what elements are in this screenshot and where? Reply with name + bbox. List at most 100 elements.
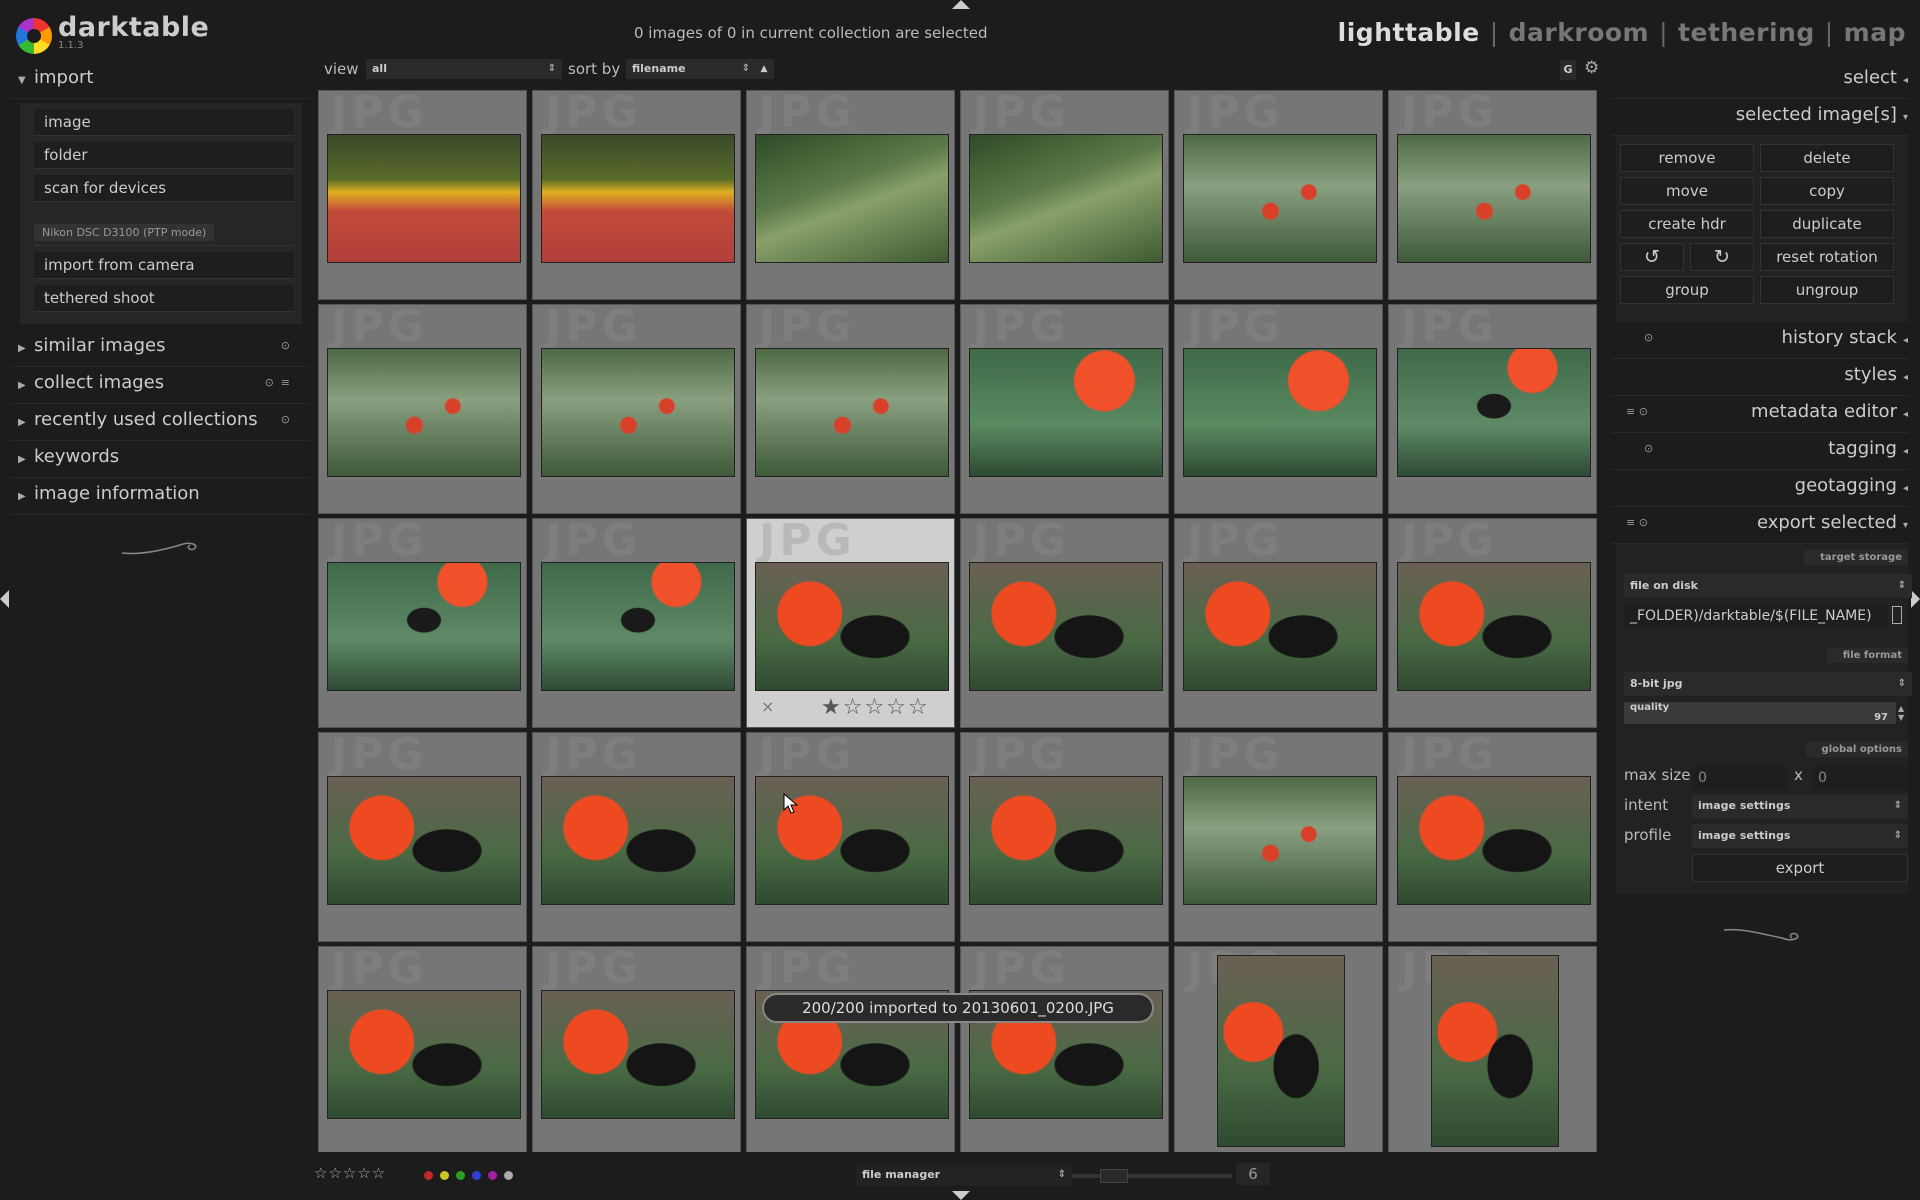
view-tethering[interactable]: tethering [1678, 18, 1815, 47]
zoom-slider[interactable] [1072, 1174, 1232, 1178]
export-selected-header[interactable]: ≡ ⊙ export selected ▾ [1612, 507, 1908, 544]
quality-slider[interactable]: quality 97 [1624, 702, 1896, 724]
recent-collections-header[interactable]: ▶ recently used collections ⊙ [10, 404, 310, 441]
thumbnail-cell[interactable]: JPG [318, 304, 527, 514]
layout-combo[interactable]: file manager ⇕ [856, 1164, 1072, 1186]
create-hdr-button[interactable]: create hdr [1620, 210, 1754, 238]
similar-images-header[interactable]: ▶ similar images ⊙ [10, 330, 310, 367]
color-label-dot[interactable] [456, 1171, 465, 1180]
quality-stepper-icon[interactable]: ▲ ▼ [1898, 704, 1904, 722]
scan-devices-button[interactable]: scan for devices [34, 175, 294, 202]
reject-icon[interactable]: × [761, 697, 774, 716]
sort-by-combo[interactable]: filename ⇕ [626, 59, 756, 79]
thumbnail-cell[interactable]: JPG [960, 732, 1169, 942]
bottom-panel-toggle[interactable] [952, 1191, 970, 1200]
thumbnail-image[interactable] [1397, 348, 1591, 477]
thumbnail-cell[interactable]: JPG [746, 304, 955, 514]
left-panel-toggle[interactable] [0, 590, 9, 608]
star-rating[interactable]: ★☆☆☆☆ [821, 695, 930, 720]
thumbnail-cell[interactable]: JPG [1388, 304, 1597, 514]
history-stack-header[interactable]: ⊙ history stack ◂ [1612, 322, 1908, 359]
preset-icon[interactable]: ⊙ [1644, 433, 1653, 465]
max-width-input[interactable]: 0 [1692, 766, 1788, 790]
thumbnail-cell[interactable]: JPG [1388, 90, 1597, 300]
export-button[interactable]: export [1692, 854, 1908, 882]
color-label-dot[interactable] [488, 1171, 497, 1180]
thumbnail-cell[interactable]: JPG [1174, 90, 1383, 300]
folder-icon[interactable] [1892, 606, 1902, 624]
thumbnail-image[interactable] [755, 348, 949, 477]
thumbnail-image[interactable] [969, 134, 1163, 263]
view-filter-combo[interactable]: all ⇕ [366, 59, 562, 79]
remove-button[interactable]: remove [1620, 144, 1754, 172]
thumbnail-image[interactable] [1397, 776, 1591, 905]
sort-direction-button[interactable]: ▲ [754, 59, 774, 79]
preset-icon[interactable]: ⊙ [1644, 322, 1653, 354]
storage-combo[interactable]: file on disk ⇕ [1624, 574, 1912, 598]
thumbnail-cell[interactable]: JPG [318, 90, 527, 300]
tagging-header[interactable]: ⊙ tagging ◂ [1612, 433, 1908, 470]
thumbnail-image[interactable] [1183, 134, 1377, 263]
ungroup-button[interactable]: ungroup [1760, 276, 1894, 304]
profile-combo[interactable]: image settings ⇕ [1692, 824, 1908, 848]
move-button[interactable]: move [1620, 177, 1754, 205]
color-label-dot[interactable] [504, 1171, 513, 1180]
thumbnail-image[interactable] [541, 562, 735, 691]
import-from-camera-button[interactable]: import from camera [34, 252, 294, 279]
thumbnail-image[interactable] [1431, 955, 1559, 1147]
preset-icon[interactable]: ⊙ [281, 330, 290, 362]
preset-icon[interactable]: ⊙ ≡ [265, 367, 290, 399]
thumbnail-image[interactable] [541, 776, 735, 905]
thumbnail-image[interactable] [1183, 776, 1377, 905]
copy-button[interactable]: copy [1760, 177, 1894, 205]
tethered-shoot-button[interactable]: tethered shoot [34, 285, 294, 312]
thumbnail-image[interactable] [541, 348, 735, 477]
right-panel-toggle[interactable] [1911, 590, 1920, 608]
thumbnail-cell[interactable]: JPG [532, 732, 741, 942]
thumbnail-cell[interactable]: JPG [318, 946, 527, 1152]
thumbnail-cell[interactable]: JPG [532, 304, 741, 514]
group-button[interactable]: group [1620, 276, 1754, 304]
thumbnail-image[interactable] [969, 562, 1163, 691]
view-lighttable[interactable]: lighttable [1338, 18, 1480, 47]
delete-button[interactable]: delete [1760, 144, 1894, 172]
import-folder-button[interactable]: folder [34, 142, 294, 169]
thumbnail-image[interactable] [1183, 562, 1377, 691]
top-panel-toggle[interactable] [952, 0, 970, 9]
rotate-cw-button[interactable]: ↻ [1690, 243, 1754, 271]
import-section-header[interactable]: ▼ import [10, 62, 310, 99]
thumbnail-cell[interactable]: JPG [318, 518, 527, 728]
selected-images-header[interactable]: selected image[s] ▾ [1612, 99, 1908, 136]
thumbnail-image[interactable] [755, 562, 949, 691]
thumbnail-cell[interactable]: JPG [1174, 518, 1383, 728]
thumbnail-image[interactable] [327, 990, 521, 1119]
reset-rotation-button[interactable]: reset rotation [1760, 243, 1894, 271]
export-path-input[interactable]: _FOLDER)/darktable/$(FILE_NAME) [1624, 604, 1888, 628]
thumbnail-image[interactable] [327, 348, 521, 477]
thumbnail-cell[interactable]: JPG [746, 732, 955, 942]
thumbnail-cell[interactable]: JPG [1174, 732, 1383, 942]
grouping-button[interactable]: G [1560, 60, 1576, 80]
thumbnail-cell[interactable]: JPG [746, 90, 955, 300]
thumbnail-image[interactable] [755, 134, 949, 263]
thumbnail-image[interactable] [327, 134, 521, 263]
thumbnail-cell[interactable]: JPG [1388, 518, 1597, 728]
color-label-dot[interactable] [472, 1171, 481, 1180]
styles-header[interactable]: styles ◂ [1612, 359, 1908, 396]
image-information-header[interactable]: ▶ image information [10, 478, 310, 515]
collect-images-header[interactable]: ▶ collect images ⊙ ≡ [10, 367, 310, 404]
intent-combo[interactable]: image settings ⇕ [1692, 794, 1908, 818]
zoom-slider-handle[interactable] [1100, 1169, 1128, 1183]
import-image-button[interactable]: image [34, 109, 294, 136]
thumbnail-cell[interactable]: JPG [532, 946, 741, 1152]
thumbnail-image[interactable] [1397, 134, 1591, 263]
zoom-count-field[interactable]: 6 [1236, 1163, 1270, 1185]
thumbnail-cell[interactable]: JPG [746, 946, 955, 1152]
metadata-editor-header[interactable]: ≡ ⊙ metadata editor ◂ [1612, 396, 1908, 433]
thumbnail-image[interactable] [1217, 955, 1345, 1147]
thumbnail-image[interactable] [541, 990, 735, 1119]
thumbnail-image[interactable] [541, 134, 735, 263]
thumbnail-image[interactable] [327, 776, 521, 905]
thumbnail-image[interactable] [1183, 348, 1377, 477]
thumbnail-image[interactable] [1397, 562, 1591, 691]
